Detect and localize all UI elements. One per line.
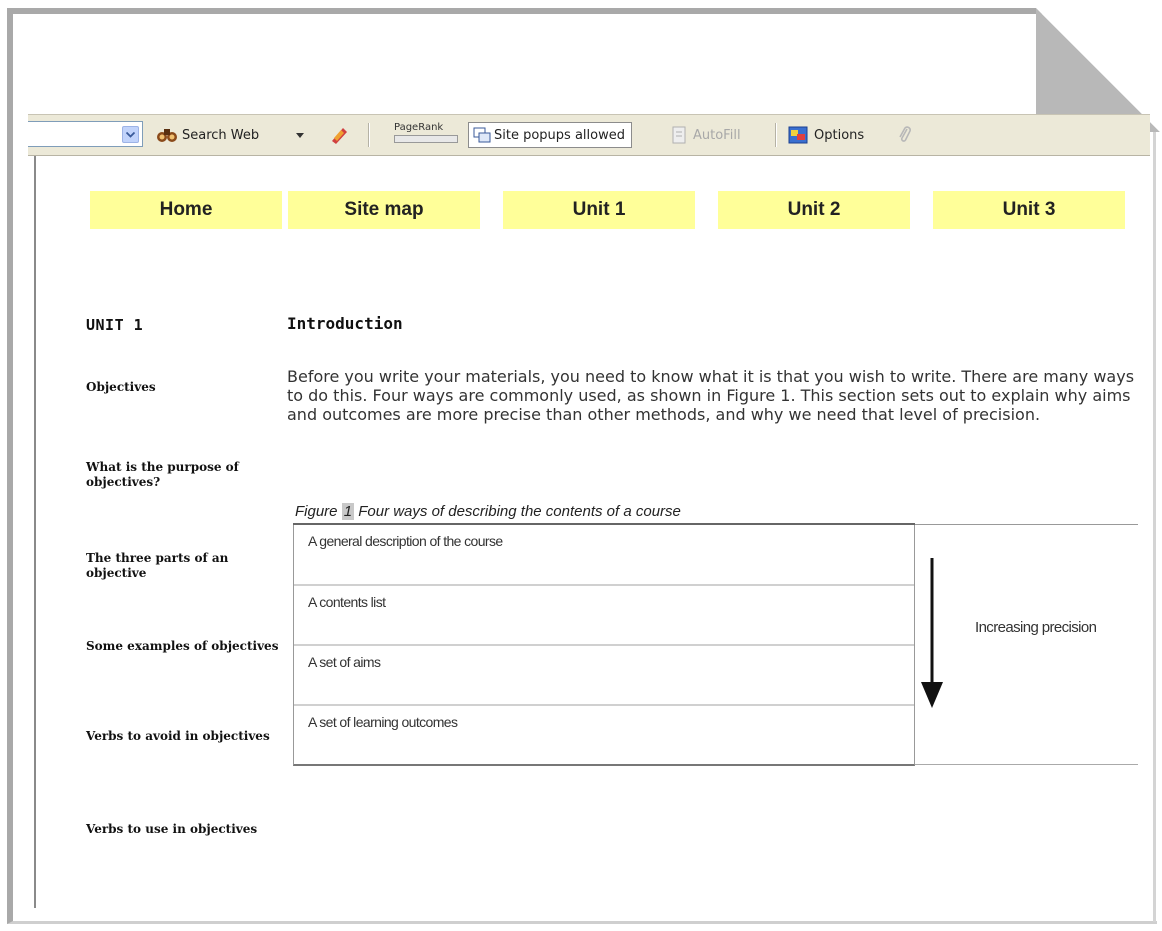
- attachment-button[interactable]: [898, 122, 912, 148]
- sidebar-item-purpose[interactable]: What is the purpose of objectives?: [86, 460, 286, 490]
- sidebar-item-verbs-to-use[interactable]: Verbs to use in objectives: [86, 822, 286, 837]
- figure-row: A contents list: [294, 584, 914, 643]
- sidebar-heading: UNIT 1: [86, 316, 144, 334]
- figure-row: A set of aims: [294, 644, 914, 703]
- figure-row: A general description of the course: [308, 533, 503, 549]
- binoculars-icon: [157, 129, 177, 142]
- popup-status-label: Site popups allowed: [494, 127, 625, 143]
- toolbar-separator: [775, 123, 777, 147]
- nav-unit-1[interactable]: Unit 1: [503, 191, 695, 229]
- browser-toolbar: Search Web PageRank Site popups allowed …: [28, 114, 1150, 156]
- arrow-down-icon: [921, 558, 943, 708]
- autofill-icon: [672, 126, 686, 144]
- popup-window-icon: [473, 127, 491, 143]
- options-button[interactable]: Options: [788, 122, 864, 148]
- popup-blocker-button[interactable]: Site popups allowed: [468, 122, 632, 148]
- page-title: Introduction: [287, 314, 403, 333]
- figure-caption-number: 1: [341, 503, 355, 520]
- sidebar-item-examples[interactable]: Some examples of objectives: [86, 639, 286, 654]
- figure-caption-prefix: Figure: [295, 503, 338, 520]
- figure-caption-text: Four ways of describing the contents of …: [358, 503, 681, 520]
- page-right-edge: [1153, 132, 1156, 922]
- pagerank-label: PageRank: [394, 122, 444, 133]
- figure-table: A general description of the course A co…: [293, 525, 915, 766]
- autofill-button[interactable]: AutoFill: [671, 122, 741, 148]
- sidebar-item-objectives[interactable]: Objectives: [86, 380, 286, 395]
- figure-caption: Figure 1 Four ways of describing the con…: [295, 503, 681, 520]
- highlighter-icon: [332, 128, 347, 144]
- figure-table-top-rule: [293, 523, 915, 525]
- autofill-label: AutoFill: [693, 127, 741, 143]
- arrow-label: Increasing precision: [975, 619, 1097, 636]
- options-icon: [788, 126, 808, 144]
- sidebar-item-verbs-to-avoid[interactable]: Verbs to avoid in objectives: [86, 729, 286, 744]
- pagerank-bar: [394, 135, 458, 143]
- intro-paragraph: Before you write your materials, you nee…: [287, 367, 1135, 424]
- search-web-button[interactable]: Search Web: [156, 122, 259, 148]
- caret-down-icon: [296, 132, 304, 138]
- figure-row: A set of learning outcomes: [294, 704, 914, 763]
- page-content: Home Site map Unit 1 Unit 2 Unit 3 UNIT …: [34, 156, 1150, 908]
- chevron-down-icon: [126, 131, 135, 138]
- search-dropdown-button[interactable]: [296, 122, 304, 148]
- toolbar-separator: [368, 123, 370, 147]
- nav-unit-3[interactable]: Unit 3: [933, 191, 1125, 229]
- sidebar-item-three-parts[interactable]: The three parts of an objective: [86, 551, 286, 581]
- address-dropdown-button[interactable]: [122, 126, 139, 143]
- search-web-label: Search Web: [182, 127, 260, 143]
- address-field[interactable]: [28, 121, 143, 147]
- nav-unit-2[interactable]: Unit 2: [718, 191, 910, 229]
- options-label: Options: [814, 127, 865, 143]
- nav-home[interactable]: Home: [90, 191, 282, 229]
- highlight-button[interactable]: [329, 122, 349, 148]
- nav-site-map[interactable]: Site map: [288, 191, 480, 229]
- paperclip-icon: [899, 126, 911, 142]
- pagerank-indicator[interactable]: PageRank: [394, 122, 458, 148]
- figure-divider: [915, 764, 1138, 765]
